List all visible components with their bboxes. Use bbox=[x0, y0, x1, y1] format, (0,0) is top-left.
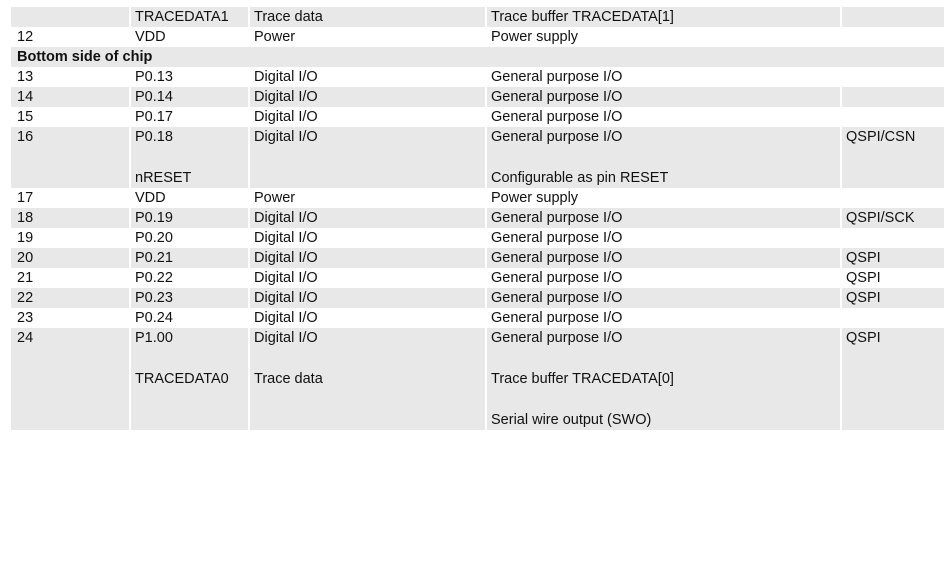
section-header-row: Bottom side of chip bbox=[11, 47, 944, 67]
table-row: 15 P0.17 Digital I/O General purpose I/O bbox=[11, 107, 944, 127]
pin-type-cell: Power bbox=[248, 27, 485, 47]
table-row: 14 P0.14 Digital I/O General purpose I/O bbox=[11, 87, 944, 107]
pin-description-primary: General purpose I/O bbox=[491, 129, 623, 145]
pin-number-cell: 19 bbox=[11, 228, 129, 248]
pin-description-cell: General purpose I/O Configurable as pin … bbox=[485, 127, 840, 188]
pin-extra-cell bbox=[840, 188, 944, 208]
pin-name-cell: P0.22 bbox=[129, 268, 248, 288]
pin-name-cell: P0.21 bbox=[129, 248, 248, 268]
table-row: 12 VDD Power Power supply bbox=[11, 27, 944, 47]
pin-description-alternate: Trace buffer TRACEDATA[0] bbox=[491, 371, 674, 387]
pin-number-cell: 16 bbox=[11, 127, 129, 188]
pin-type-cell: Trace data bbox=[248, 7, 485, 27]
pin-type-cell: Digital I/O bbox=[248, 288, 485, 308]
pin-type-cell: Digital I/O bbox=[248, 67, 485, 87]
pin-number-cell: 24 bbox=[11, 328, 129, 430]
pin-type-cell: Digital I/O Trace data bbox=[248, 328, 485, 430]
pin-extra-cell bbox=[840, 27, 944, 47]
pin-assignment-table: TRACEDATA1 Trace data Trace buffer TRACE… bbox=[11, 7, 944, 430]
pin-description-cell: Trace buffer TRACEDATA[1] bbox=[485, 7, 840, 27]
pin-type-cell: Digital I/O bbox=[248, 308, 485, 328]
pin-type-cell: Power bbox=[248, 188, 485, 208]
pin-name-cell: TRACEDATA1 bbox=[129, 7, 248, 27]
table-row: 16 P0.18 nRESET Digital I/O General purp… bbox=[11, 127, 944, 188]
pin-extra-cell: QSPI bbox=[840, 288, 944, 308]
pin-description-cell: General purpose I/O bbox=[485, 268, 840, 288]
pin-type-cell: Digital I/O bbox=[248, 228, 485, 248]
table-row: 24 P1.00 TRACEDATA0 Digital I/O Trace da… bbox=[11, 328, 944, 430]
pin-name-cell: P0.14 bbox=[129, 87, 248, 107]
pin-extra-cell bbox=[840, 308, 944, 328]
pin-description-cell: General purpose I/O bbox=[485, 87, 840, 107]
pin-description-cell: Power supply bbox=[485, 27, 840, 47]
pin-number-cell: 13 bbox=[11, 67, 129, 87]
pin-number-cell: 12 bbox=[11, 27, 129, 47]
pin-description-swo: Serial wire output (SWO) bbox=[491, 412, 652, 428]
pin-number-cell: 22 bbox=[11, 288, 129, 308]
pin-name-cell: VDD bbox=[129, 188, 248, 208]
pin-description-cell: General purpose I/O bbox=[485, 308, 840, 328]
pin-name-cell: P0.23 bbox=[129, 288, 248, 308]
pin-extra-cell: QSPI/SCK bbox=[840, 208, 944, 228]
pin-number-cell: 15 bbox=[11, 107, 129, 127]
pin-number-cell bbox=[11, 7, 129, 27]
pin-extra-cell: QSPI bbox=[840, 328, 944, 430]
table-row: 13 P0.13 Digital I/O General purpose I/O bbox=[11, 67, 944, 87]
pin-number-cell: 21 bbox=[11, 268, 129, 288]
pin-type-cell: Digital I/O bbox=[248, 268, 485, 288]
pin-number-cell: 23 bbox=[11, 308, 129, 328]
pin-type-alternate: Trace data bbox=[254, 371, 323, 387]
pin-type-cell: Digital I/O bbox=[248, 107, 485, 127]
pin-extra-cell: QSPI bbox=[840, 248, 944, 268]
pin-description-cell: General purpose I/O bbox=[485, 248, 840, 268]
pin-description-cell: General purpose I/O bbox=[485, 228, 840, 248]
pin-name-primary: P0.18 bbox=[135, 129, 173, 145]
pin-number-cell: 18 bbox=[11, 208, 129, 228]
pin-extra-cell: QSPI bbox=[840, 268, 944, 288]
pin-name-cell: VDD bbox=[129, 27, 248, 47]
table-row: 19 P0.20 Digital I/O General purpose I/O bbox=[11, 228, 944, 248]
pin-name-primary: P1.00 bbox=[135, 330, 173, 346]
pin-description-primary: General purpose I/O bbox=[491, 330, 623, 346]
table-row: 21 P0.22 Digital I/O General purpose I/O… bbox=[11, 268, 944, 288]
pin-type-primary: Digital I/O bbox=[254, 330, 318, 346]
pin-number-cell: 14 bbox=[11, 87, 129, 107]
pin-name-cell: P0.18 nRESET bbox=[129, 127, 248, 188]
pin-name-cell: P0.13 bbox=[129, 67, 248, 87]
pin-type-cell: Digital I/O bbox=[248, 208, 485, 228]
pin-name-cell: P0.20 bbox=[129, 228, 248, 248]
pin-description-cell: General purpose I/O bbox=[485, 288, 840, 308]
pin-extra-cell bbox=[840, 7, 944, 27]
pin-name-cell: P0.17 bbox=[129, 107, 248, 127]
pin-description-cell: General purpose I/O bbox=[485, 107, 840, 127]
pin-extra-cell bbox=[840, 87, 944, 107]
pin-extra-cell bbox=[840, 107, 944, 127]
pin-name-cell: P0.19 bbox=[129, 208, 248, 228]
table-row: 22 P0.23 Digital I/O General purpose I/O… bbox=[11, 288, 944, 308]
pin-extra-cell bbox=[840, 228, 944, 248]
table-row: 17 VDD Power Power supply bbox=[11, 188, 944, 208]
pin-number-cell: 20 bbox=[11, 248, 129, 268]
table-row: 18 P0.19 Digital I/O General purpose I/O… bbox=[11, 208, 944, 228]
pin-type-cell: Digital I/O bbox=[248, 87, 485, 107]
pin-description-cell: General purpose I/O bbox=[485, 208, 840, 228]
pin-description-cell: General purpose I/O bbox=[485, 67, 840, 87]
pin-description-alternate: Configurable as pin RESET bbox=[491, 170, 669, 186]
pin-number-cell: 17 bbox=[11, 188, 129, 208]
pin-type-cell: Digital I/O bbox=[248, 127, 485, 188]
pin-extra-cell bbox=[840, 67, 944, 87]
table-row: 20 P0.21 Digital I/O General purpose I/O… bbox=[11, 248, 944, 268]
pin-name-cell: P1.00 TRACEDATA0 bbox=[129, 328, 248, 430]
section-title: Bottom side of chip bbox=[11, 47, 944, 67]
table-row: 23 P0.24 Digital I/O General purpose I/O bbox=[11, 308, 944, 328]
pin-name-alternate: TRACEDATA0 bbox=[135, 371, 229, 387]
table-row: TRACEDATA1 Trace data Trace buffer TRACE… bbox=[11, 7, 944, 27]
pin-name-cell: P0.24 bbox=[129, 308, 248, 328]
pin-description-cell: Power supply bbox=[485, 188, 840, 208]
pin-type-cell: Digital I/O bbox=[248, 248, 485, 268]
pin-description-cell: General purpose I/O Trace buffer TRACEDA… bbox=[485, 328, 840, 430]
pin-extra-cell: QSPI/CSN bbox=[840, 127, 944, 188]
pin-name-alternate: nRESET bbox=[135, 170, 192, 186]
